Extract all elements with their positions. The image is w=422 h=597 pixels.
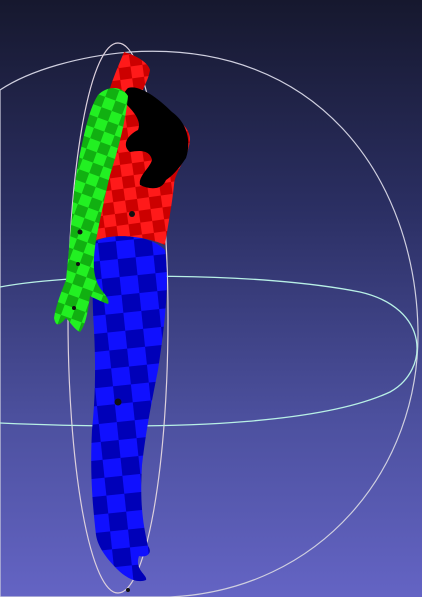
- mesh-model[interactable]: [54, 52, 190, 592]
- trackball-meridian: [0, 50, 419, 597]
- mesh-segment-legs[interactable]: [91, 235, 167, 582]
- scene-canvas[interactable]: [0, 0, 422, 597]
- 3d-viewport[interactable]: [0, 0, 422, 597]
